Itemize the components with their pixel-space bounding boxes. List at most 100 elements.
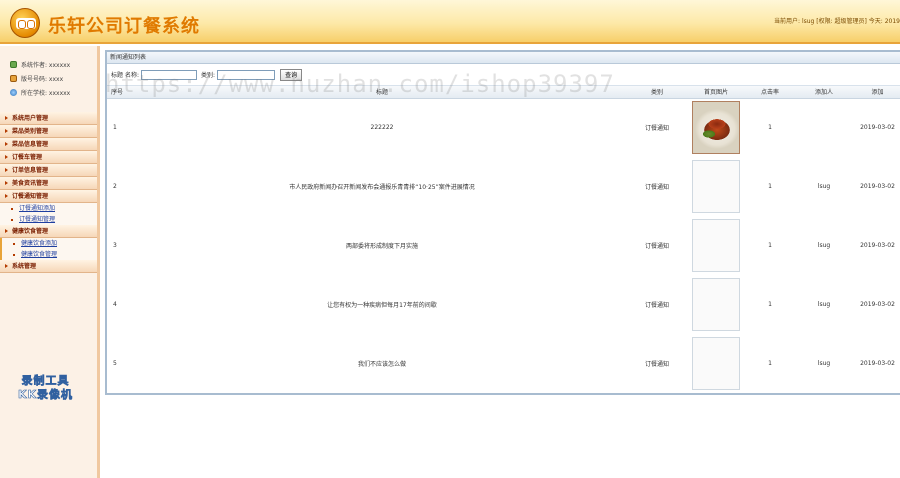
cell-category: 订餐通知 (644, 361, 669, 368)
submenu-item-notice-add[interactable]: 订餐通知添加 (0, 203, 97, 214)
cell-title[interactable]: 222222 (137, 98, 627, 157)
cell-added-by: lsug (817, 301, 831, 308)
menu-item-label: 系统用户管理 (12, 115, 49, 122)
app-logo-icon (10, 8, 40, 38)
recorder-watermark: 录制工具 KK录像机 (18, 374, 73, 402)
sidebar: 系统作者: xxxxxx 版号号码: xxxx 所在学校: xxxxxx 系统用… (0, 46, 100, 478)
watermark-line: KK录像机 (18, 388, 74, 402)
menu-item-label: 订单信息管理 (12, 167, 49, 174)
search-title-label: 标题 (111, 72, 124, 79)
menu-item-orders[interactable]: 订单信息管理 (0, 164, 97, 177)
search-name-input[interactable] (141, 69, 198, 80)
search-category-label: 类别: (201, 72, 216, 79)
caret-down-icon (5, 194, 8, 198)
menu-item-label: 菜品类别管理 (12, 128, 49, 135)
caret-right-icon (5, 142, 8, 146)
app-header: 乐轩公司订餐系统 当前用户: lsug [权限: 超级管理员] 今天: 2019 (0, 0, 900, 44)
cell-image (687, 216, 745, 275)
sidebar-info-label: 系统作者: xxxxxx (21, 61, 71, 69)
menu-item-label: 订餐通知管理 (12, 193, 49, 200)
cell-date: 2019-03-02 (860, 360, 895, 367)
submenu-item-label: 订餐通知添加 (19, 205, 56, 212)
menu-item-label: 系统管理 (12, 263, 37, 270)
cell-date: 2019-03-02 (860, 183, 895, 190)
sidebar-info-version: 版号号码: xxxx (10, 73, 63, 83)
submenu-item-label: 健康饮食管理 (21, 251, 58, 258)
cell-added-by (795, 98, 853, 157)
cell-clicks: 1 (768, 242, 772, 249)
menu-item-health[interactable]: 健康饮食管理 (0, 225, 97, 238)
news-table: 序号 标题 类别 首页图片 点击率 添加人 添加 1 222222 订餐通知 1… (107, 86, 900, 393)
submenu-item-label: 订餐通知管理 (19, 216, 56, 223)
cell-date: 2019-03-02 (860, 124, 895, 132)
cell-date: 2019-03-02 (860, 242, 895, 249)
sidebar-info-school: 所在学校: xxxxxx (10, 87, 70, 97)
submenu-item-notice-manage[interactable]: 订餐通知管理 (0, 214, 97, 225)
empty-thumbnail (692, 278, 740, 331)
empty-thumbnail (692, 337, 740, 390)
submenu-item-health-add[interactable]: 健康饮食添加 (0, 238, 97, 249)
column-header: 点击率 (745, 86, 795, 99)
panel-title: 新闻通知列表 (107, 52, 900, 64)
menu-item-system[interactable]: 系统管理 (0, 260, 97, 273)
caret-right-icon (5, 181, 8, 185)
cell-no: 3 (113, 242, 117, 249)
menu-item-user-admin[interactable]: 系统用户管理 (0, 112, 97, 125)
table-row: 4 让您有权为一种疾病但每月17年前的间歇 订餐通知 1 lsug 2019-0… (107, 275, 900, 334)
globe-icon (10, 88, 17, 96)
main-panel: 新闻通知列表 标题 名称: 类别: 查询 序号 标题 类别 首页图片 点击率 添… (105, 50, 900, 395)
cell-title[interactable]: 让您有权为一种疾病但每月17年前的间歇 (137, 275, 627, 334)
menu-item-dish-category[interactable]: 菜品类别管理 (0, 125, 97, 138)
cell-no: 4 (113, 301, 117, 308)
menu-item-notice[interactable]: 订餐通知管理 (0, 190, 97, 203)
table-row: 2 市人民政府新闻办召开新闻发布会通报乐青青排“10·25”案件进展情况 订餐通… (107, 157, 900, 216)
id-card-icon (10, 74, 17, 82)
search-category-input[interactable] (217, 69, 276, 80)
menu-item-label: 菜品信息管理 (12, 141, 49, 148)
sidebar-menu: 系统用户管理 菜品类别管理 菜品信息管理 订餐车管理 订单信息管理 美食资讯管理… (0, 112, 97, 273)
cell-title[interactable]: 市人民政府新闻办召开新闻发布会通报乐青青排“10·25”案件进展情况 (137, 157, 627, 216)
cell-image (687, 98, 745, 157)
cell-no: 2 (113, 183, 117, 190)
search-bar: 标题 名称: 类别: 查询 (107, 64, 900, 86)
home-icon (10, 60, 17, 68)
cell-image (687, 275, 745, 334)
caret-right-icon (5, 168, 8, 172)
cell-category: 订餐通知 (644, 125, 669, 133)
column-header: 类别 (627, 86, 687, 99)
sidebar-info-label: 版号号码: xxxx (21, 75, 64, 83)
menu-item-label: 美食资讯管理 (12, 180, 49, 187)
cell-title[interactable]: 两部委将形成制度下月实施 (137, 216, 627, 275)
table-row: 5 我们不应该怎么做 订餐通知 1 lsug 2019-03-02 (107, 334, 900, 393)
menu-item-cart[interactable]: 订餐车管理 (0, 151, 97, 164)
submenu-item-health-manage[interactable]: 健康饮食管理 (0, 249, 97, 260)
cell-no: 1 (113, 124, 117, 132)
watermark-line: 录制工具 (21, 374, 70, 388)
menu-item-food-news[interactable]: 美食资讯管理 (0, 177, 97, 190)
caret-right-icon (5, 129, 8, 133)
cell-added-by: lsug (817, 183, 831, 190)
cell-image (687, 157, 745, 216)
search-name-label: 名称: (125, 72, 140, 79)
sidebar-info-author: 系统作者: xxxxxx (10, 59, 70, 69)
cell-added-by: lsug (817, 360, 831, 367)
cell-category: 订餐通知 (644, 184, 669, 191)
cell-date: 2019-03-02 (860, 301, 895, 308)
column-header: 序号 (107, 86, 137, 99)
column-header: 添加 (853, 86, 900, 99)
empty-thumbnail (692, 160, 740, 213)
cell-image (687, 334, 745, 393)
search-button[interactable]: 查询 (280, 68, 303, 81)
column-header: 首页图片 (687, 86, 745, 99)
caret-right-icon (5, 116, 8, 120)
caret-right-icon (5, 155, 8, 159)
cell-category: 订餐通知 (644, 243, 669, 250)
app-title: 乐轩公司订餐系统 (48, 16, 200, 37)
sidebar-info-label: 所在学校: xxxxxx (21, 89, 71, 97)
table-row: 3 两部委将形成制度下月实施 订餐通知 1 lsug 2019-03-02 (107, 216, 900, 275)
cell-title[interactable]: 我们不应该怎么做 (137, 334, 627, 393)
menu-item-dish-info[interactable]: 菜品信息管理 (0, 138, 97, 151)
column-header: 添加人 (795, 86, 853, 99)
table-header-row: 序号 标题 类别 首页图片 点击率 添加人 添加 (107, 86, 900, 99)
dish-thumbnail[interactable] (692, 101, 740, 155)
